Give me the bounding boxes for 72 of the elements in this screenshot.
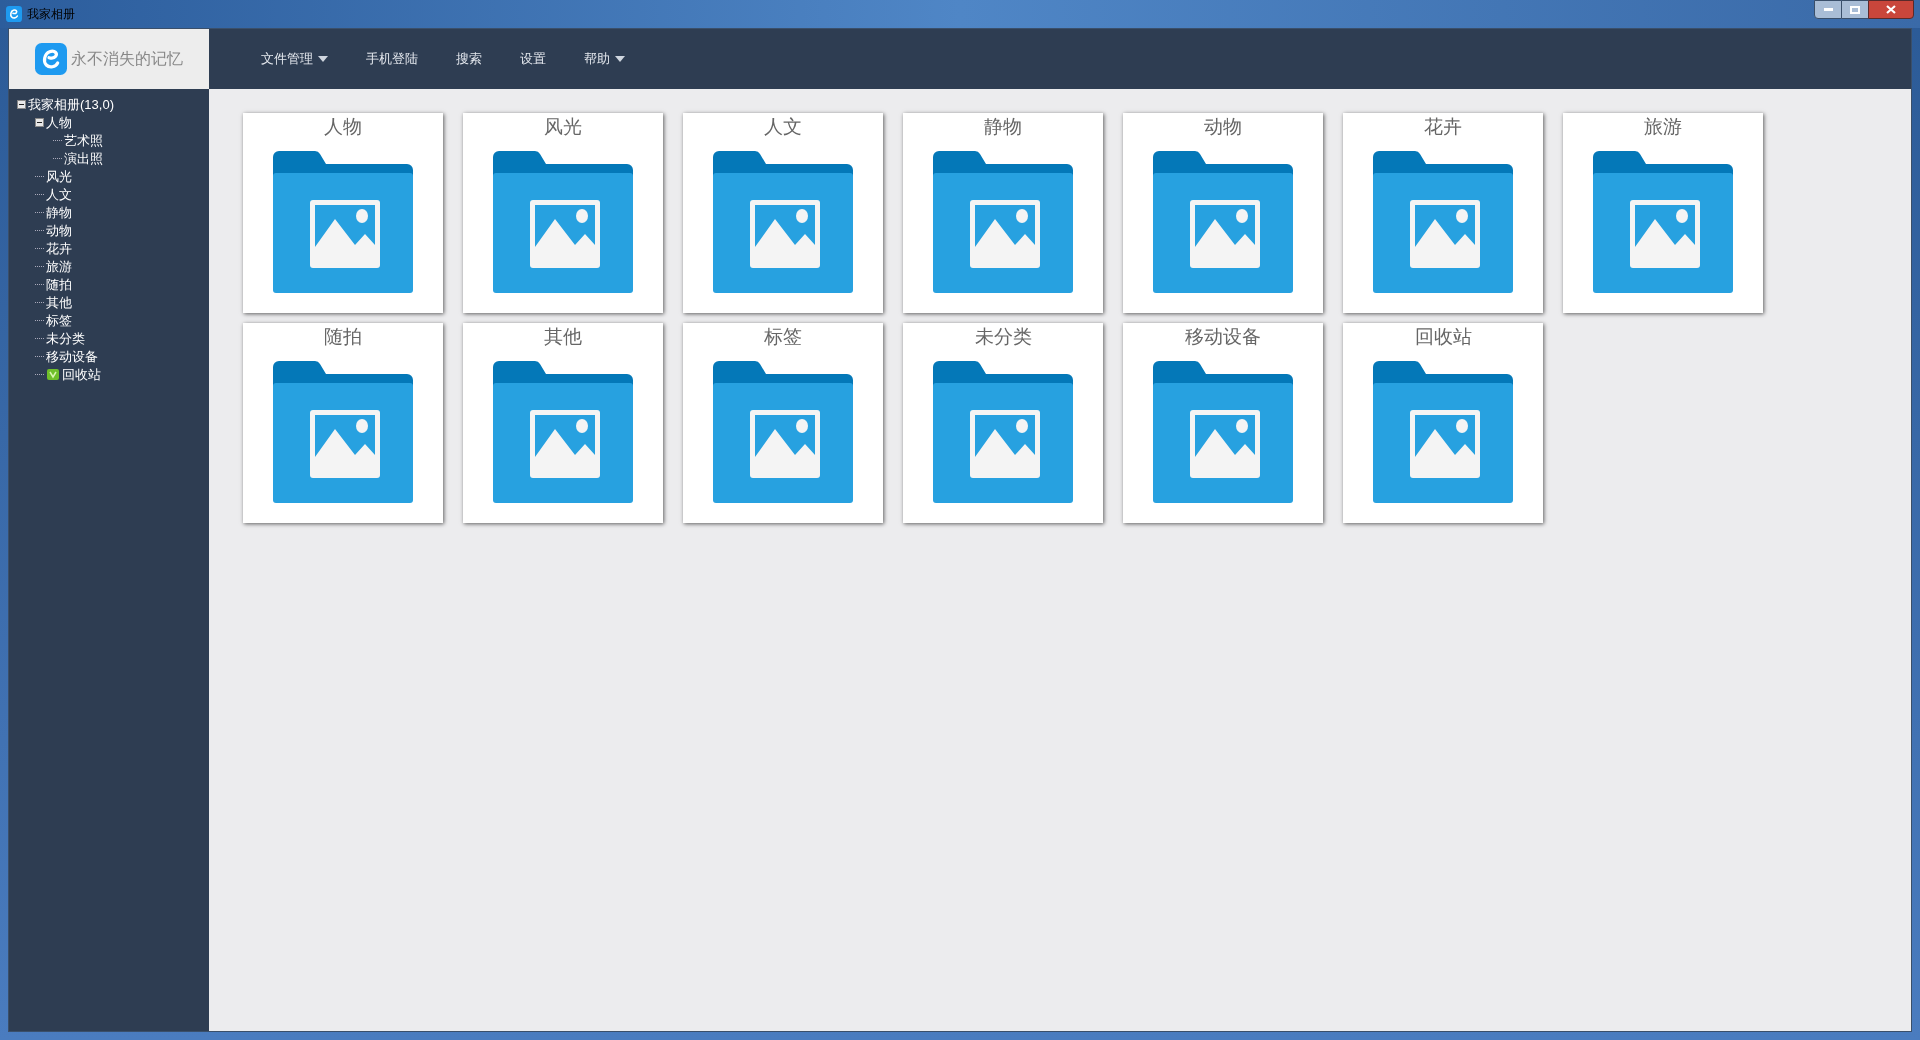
album-card[interactable]: 回收站: [1343, 323, 1543, 523]
album-card[interactable]: 风光: [463, 113, 663, 313]
logo-text: 永不消失的记忆: [71, 49, 183, 69]
caret-icon: [318, 56, 328, 62]
album-title: 风光: [544, 115, 582, 139]
tree-item[interactable]: 未分类: [46, 331, 85, 345]
album-title: 标签: [764, 325, 802, 349]
tree-item[interactable]: 风光: [46, 169, 72, 183]
photo-folder-icon: [493, 151, 633, 293]
album-card[interactable]: 动物: [1123, 113, 1323, 313]
album-card[interactable]: 花卉: [1343, 113, 1543, 313]
album-card[interactable]: 其他: [463, 323, 663, 523]
album-title: 回收站: [1414, 325, 1472, 349]
album-title: 人文: [764, 115, 802, 139]
tree-item[interactable]: 艺术照: [64, 133, 103, 147]
photo-folder-icon: [1153, 151, 1293, 293]
tree-item[interactable]: 随拍: [46, 277, 72, 291]
album-title: 静物: [984, 115, 1022, 139]
menu-item[interactable]: 设置: [520, 49, 546, 69]
album-title: 旅游: [1644, 115, 1682, 139]
album-title: 移动设备: [1185, 325, 1261, 349]
tree-item[interactable]: 动物: [46, 223, 72, 237]
album-card[interactable]: 移动设备: [1123, 323, 1323, 523]
app-logo-icon: [35, 43, 67, 75]
tree-item[interactable]: 静物: [46, 205, 72, 219]
album-card[interactable]: 静物: [903, 113, 1103, 313]
photo-folder-icon: [273, 151, 413, 293]
tree-item[interactable]: 人文: [46, 187, 72, 201]
maximize-button[interactable]: [1842, 0, 1868, 19]
close-button[interactable]: [1868, 0, 1914, 19]
collapse-toggle[interactable]: [35, 117, 44, 127]
album-title: 动物: [1204, 115, 1242, 139]
photo-folder-icon: [273, 361, 413, 503]
photo-folder-icon: [1373, 151, 1513, 293]
tree-item[interactable]: 标签: [46, 313, 72, 327]
menu-item[interactable]: 帮助: [584, 49, 625, 69]
album-card[interactable]: 人文: [683, 113, 883, 313]
album-title: 随拍: [324, 325, 362, 349]
close-icon: [1886, 5, 1896, 14]
album-card[interactable]: 随拍: [243, 323, 443, 523]
album-title: 其他: [544, 325, 582, 349]
photo-folder-icon: [493, 361, 633, 503]
tree-item[interactable]: 演出照: [64, 151, 103, 165]
album-card[interactable]: 未分类: [903, 323, 1103, 523]
menu-item[interactable]: 手机登陆: [366, 49, 418, 69]
caret-icon: [615, 56, 625, 62]
album-title: 未分类: [974, 325, 1032, 349]
album-card[interactable]: 标签: [683, 323, 883, 523]
app-logo-icon: [6, 6, 22, 22]
tree-item[interactable]: 其他: [46, 295, 72, 309]
photo-folder-icon: [713, 151, 853, 293]
album-title: 花卉: [1424, 115, 1462, 139]
photo-folder-icon: [933, 361, 1073, 503]
album-card[interactable]: 人物: [243, 113, 443, 313]
photo-folder-icon: [1373, 361, 1513, 503]
album-card[interactable]: 旅游: [1563, 113, 1763, 313]
collapse-toggle[interactable]: [17, 99, 26, 109]
photo-folder-icon: [933, 151, 1073, 293]
tree-item[interactable]: 移动设备: [46, 349, 98, 363]
album-title: 人物: [324, 115, 362, 139]
tree-item[interactable]: 我家相册(13,0): [28, 97, 114, 111]
tree-item[interactable]: 回收站: [62, 367, 101, 381]
tree-item[interactable]: 花卉: [46, 241, 72, 255]
window-title: 我家相册: [27, 6, 75, 23]
menu-item[interactable]: 搜索: [456, 49, 482, 69]
photo-folder-icon: [1153, 361, 1293, 503]
photo-folder-icon: [1593, 151, 1733, 293]
menu-item[interactable]: 文件管理: [261, 49, 328, 69]
minimize-button[interactable]: [1814, 0, 1842, 19]
tree-item[interactable]: 人物: [46, 115, 72, 129]
photo-folder-icon: [713, 361, 853, 503]
tree-item[interactable]: 旅游: [46, 259, 72, 273]
